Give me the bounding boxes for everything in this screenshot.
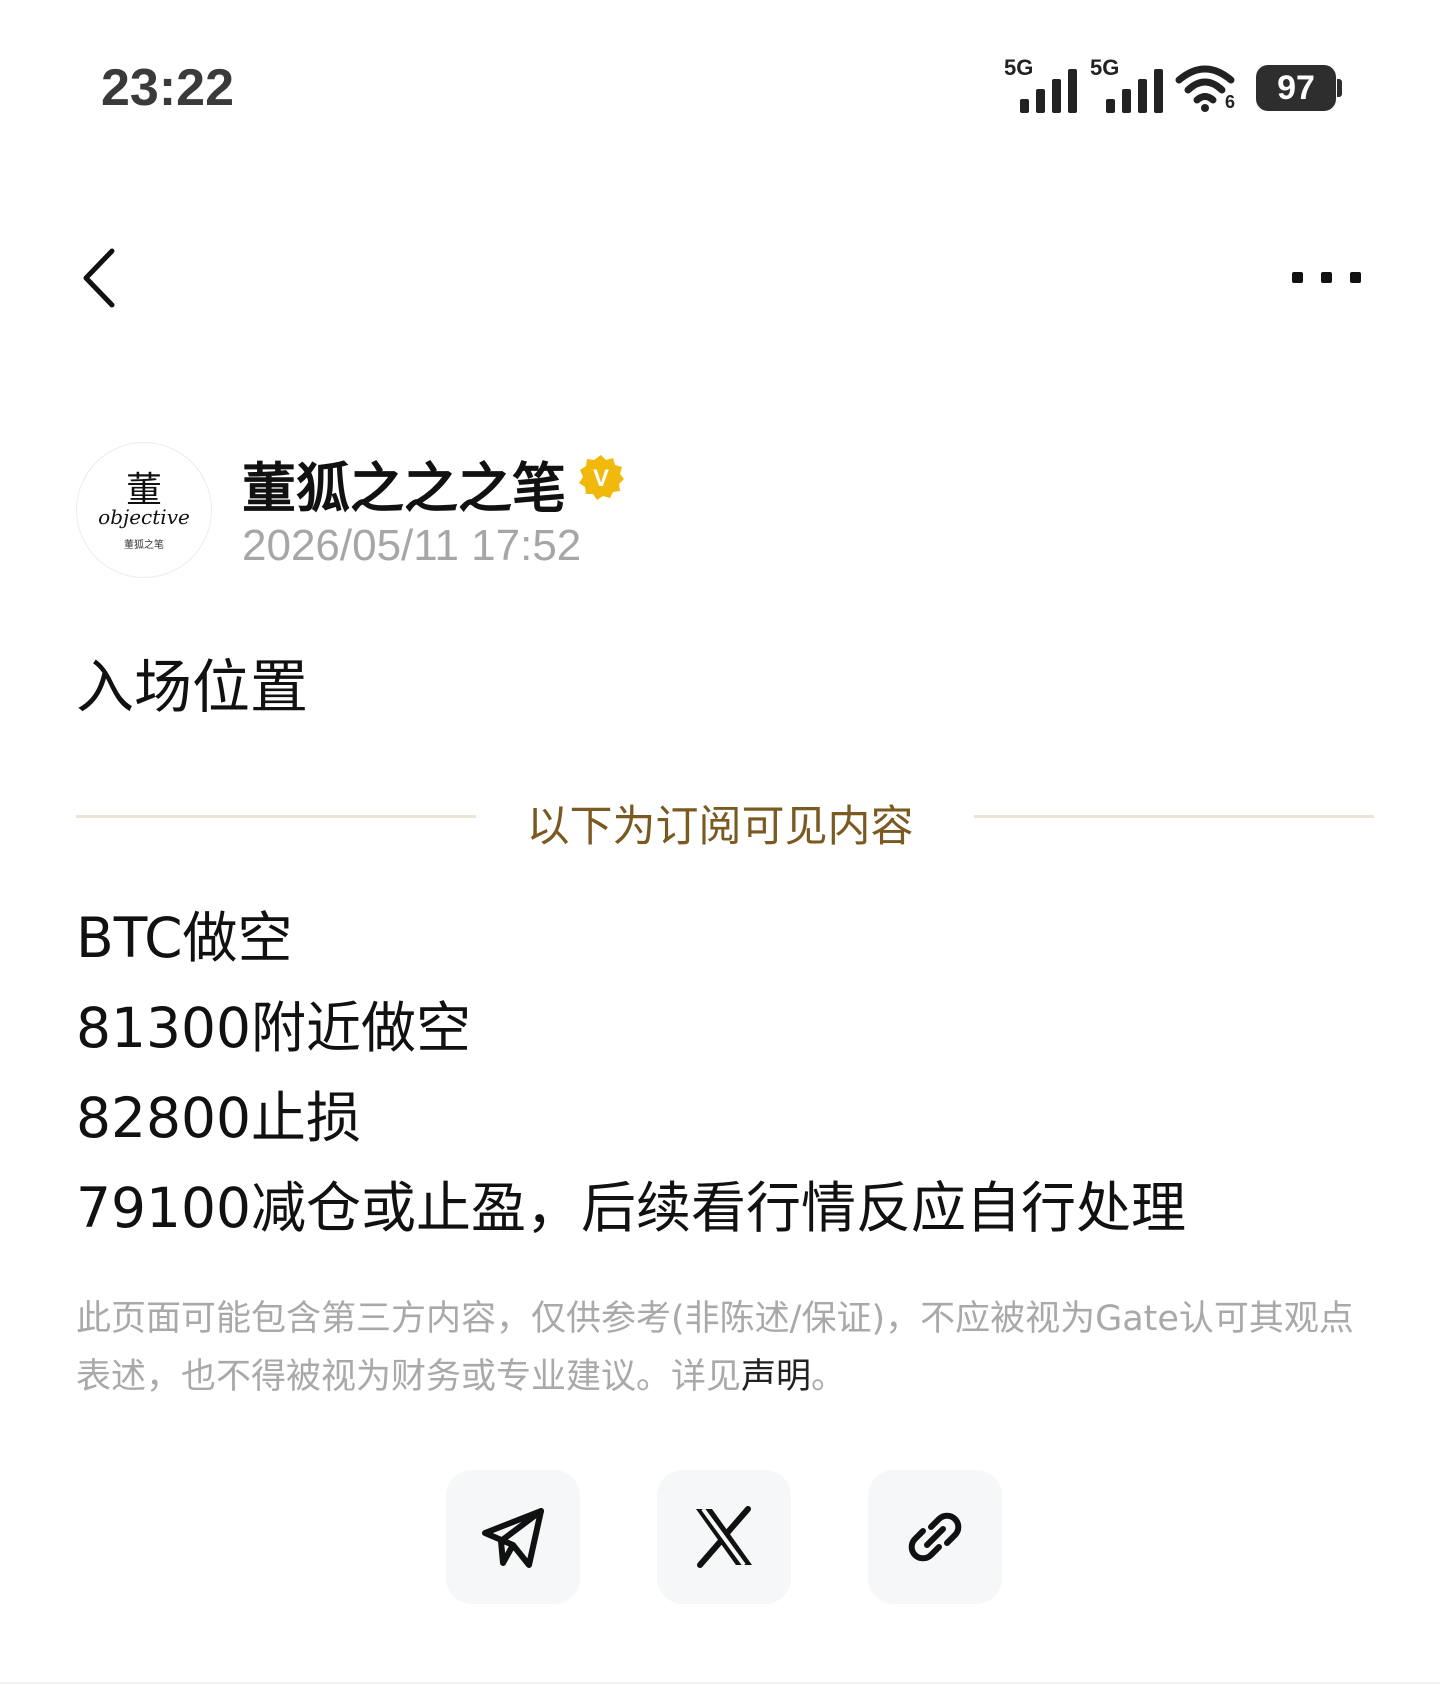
status-time: 23:22 [101,59,234,117]
x-logo-icon [696,1506,752,1568]
link-icon [908,1512,962,1562]
more-options-button[interactable] [1292,258,1368,298]
wifi-label: 6 [1225,92,1236,112]
disclaimer-end: 。 [811,1357,847,1397]
divider-left [76,815,476,818]
avatar-script: objective [98,505,190,529]
subscription-divider-label: 以下为订阅可见内容 [526,802,914,852]
status-bar: 23:22 5G 5G 6 97 [0,0,1440,180]
wifi-icon: 6 [1175,62,1239,114]
telegram-share-button[interactable] [446,1470,580,1604]
signal-icon-2: 5G [1090,55,1170,113]
more-dots-icon [1292,272,1303,283]
disclaimer-link[interactable]: 声明 [741,1357,811,1397]
battery-icon: 97 [1256,65,1336,111]
disclaimer-text: 此页面可能包含第三方内容，仅供参考(非陈述/保证)，不应被视为Gate认可其观点… [76,1299,1354,1397]
avatar-bottom-text: 董狐之笔 [124,540,164,551]
avatar[interactable]: 董 objective 董狐之笔 [76,442,212,578]
post-title: 入场位置 [76,653,309,721]
signal-line: 81300附近做空 [76,996,471,1060]
sim2-label: 5G [1090,55,1120,80]
sim1-label: 5G [1004,55,1034,80]
signal-line: BTC做空 [76,906,293,970]
more-dots-icon [1350,272,1361,283]
x-share-button[interactable] [657,1470,791,1604]
telegram-icon [482,1508,544,1568]
signal-line: 82800止损 [76,1086,361,1150]
more-dots-icon [1321,272,1332,283]
chevron-left-icon [83,248,115,308]
disclaimer: 此页面可能包含第三方内容，仅供参考(非陈述/保证)，不应被视为Gate认可其观点… [76,1290,1376,1406]
divider-right [974,815,1374,818]
verified-badge-icon: V [577,453,625,501]
back-button[interactable] [76,245,126,311]
battery-tip [1337,79,1342,97]
author-name[interactable]: 董狐之之之笔 [242,444,566,523]
post-timestamp: 2026/05/11 17:52 [242,521,582,570]
signal-icon: 5G [1004,55,1084,113]
verified-badge-letter: V [593,465,609,492]
signal-line: 79100减仓或止盈，后续看行情反应自行处理 [76,1176,1186,1240]
bottom-divider [0,1682,1440,1684]
copy-link-button[interactable] [868,1470,1002,1604]
